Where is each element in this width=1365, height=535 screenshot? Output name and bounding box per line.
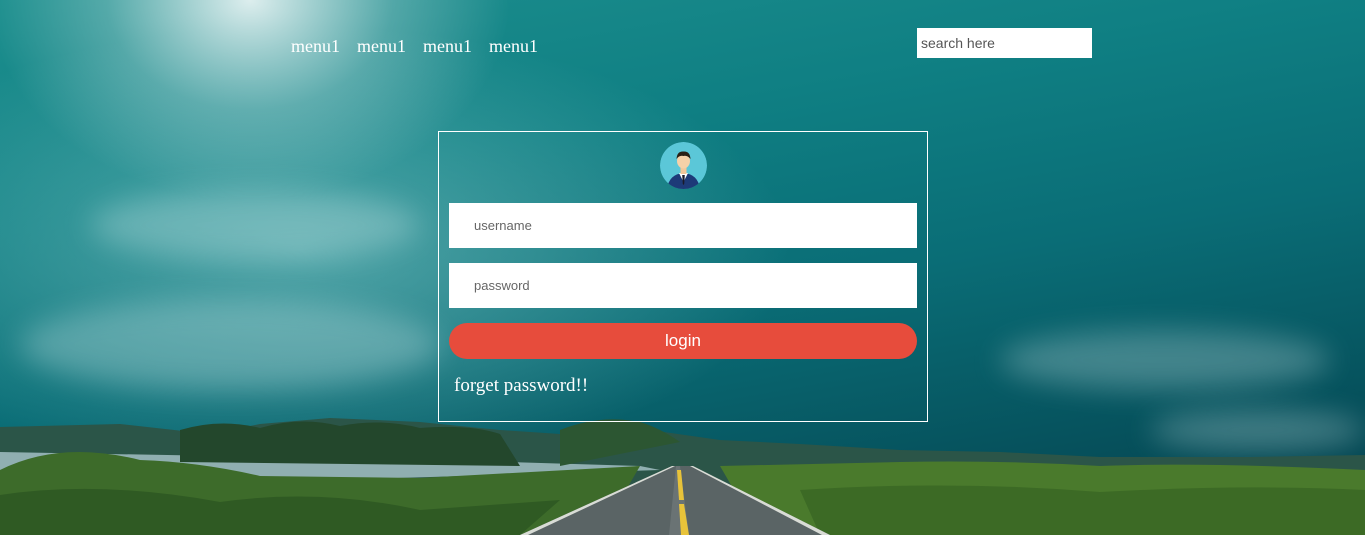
username-field[interactable] xyxy=(449,203,917,248)
nav-item-menu1[interactable]: menu1 xyxy=(291,36,340,56)
search-input[interactable] xyxy=(917,28,1092,58)
login-panel: login forget password!! xyxy=(438,131,928,422)
login-button[interactable]: login xyxy=(449,323,917,359)
nav-item-menu1[interactable]: menu1 xyxy=(423,36,472,56)
forget-password-link[interactable]: forget password!! xyxy=(454,375,588,397)
nav-item-menu1[interactable]: menu1 xyxy=(357,36,406,56)
top-nav: menu1 menu1 menu1 menu1 xyxy=(291,36,538,56)
cloud xyxy=(1000,330,1330,390)
password-field[interactable] xyxy=(449,263,917,308)
cloud xyxy=(90,190,420,260)
user-avatar-icon xyxy=(660,142,707,189)
nav-item-menu1[interactable]: menu1 xyxy=(489,36,538,56)
cloud xyxy=(20,300,440,390)
